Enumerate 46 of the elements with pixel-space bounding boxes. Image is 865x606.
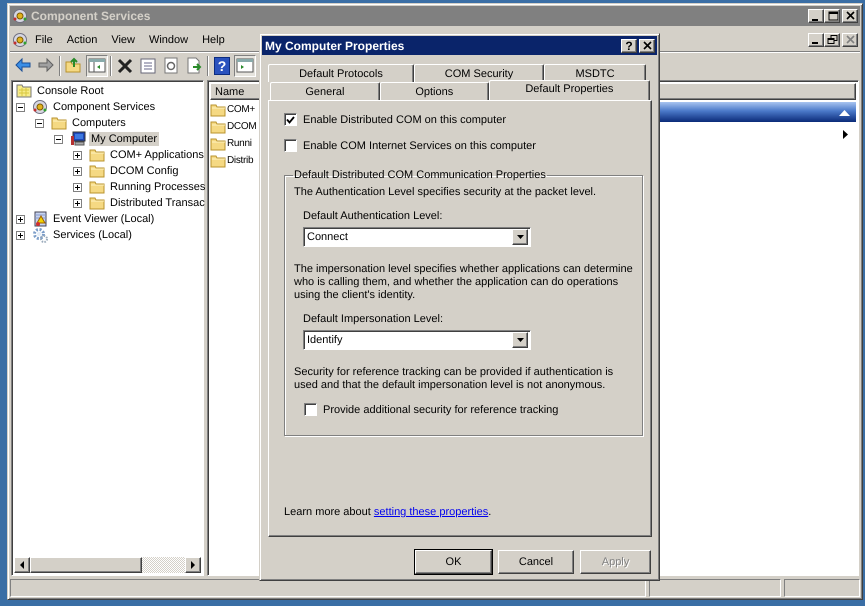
tab[interactable]: COM Security [414,64,544,82]
dialog-button[interactable]: Cancel [498,550,574,574]
list-item[interactable]: COM+ [227,104,255,115]
field-label: Default Impersonation Level: [303,313,444,325]
help-button[interactable]: ? [621,38,637,52]
dialog-title: My Computer Properties [265,38,406,52]
tree-item[interactable]: My Computer [89,132,160,146]
description-text: The impersonation level specifies whether applications can determine who is calling them, and whether the application can do operations using the client's identity. [294,263,634,302]
dropdown[interactable]: Identify [303,330,531,350]
tree-item[interactable]: Component Services [51,100,158,114]
list-item[interactable]: Runni [227,138,252,149]
tree-item[interactable]: COM+ Applications [108,148,206,162]
checkbox[interactable]: Enable Distributed COM on this computer [284,113,637,126]
tree-item[interactable]: Running Processes [108,180,208,194]
dropdown[interactable]: Connect [303,227,531,247]
tree-item[interactable]: Computers [70,116,128,130]
menu-item[interactable]: Window [142,32,196,48]
group-title: Default Distributed COM Communication Properties [293,169,547,181]
tab[interactable]: Default Properties [488,80,650,100]
menu-item[interactable]: Action [60,32,104,48]
tree-item[interactable]: DCOM Config [108,164,180,178]
checkbox[interactable]: Enable COM Internet Services on this computer [284,139,637,152]
checkbox[interactable]: Provide additional security for reference tracking [304,403,636,416]
field-label: Default Authentication Level: [303,210,444,222]
checkbox-label: Provide additional security for reference tracking [323,404,558,416]
tab[interactable]: Options [380,82,489,100]
tab[interactable]: General [270,82,380,100]
description-text: The Authentication Level specifies security at the packet level. [294,186,598,199]
menu-item[interactable]: File [28,32,60,48]
help-button[interactable]: ? [211,54,233,76]
list-item[interactable]: DCOM [227,121,256,132]
list-item[interactable]: Distrib [227,155,254,166]
help-link[interactable]: setting these properties [374,506,488,518]
tree-item[interactable]: Services (Local) [51,228,134,242]
tab[interactable]: Default Protocols [268,64,414,82]
help-text: Learn more about setting these properties. [284,506,492,518]
dialog-button[interactable]: OK [415,550,492,574]
description-text: Security for reference tracking can be provided if authentication is used and that the default impersonation level is not anonymous. [294,366,614,392]
checkbox-label: Enable COM Internet Services on this computer [303,140,536,152]
checkbox-label: Enable Distributed COM on this computer [303,114,506,126]
tree-item[interactable]: Distributed Transac [108,196,207,210]
tree-item[interactable]: Event Viewer (Local) [51,212,156,226]
window-title: Component Services [31,9,152,23]
menu-item[interactable]: View [104,32,142,48]
menu-item[interactable]: Help [195,32,232,48]
tree-item[interactable]: Console Root [35,84,106,98]
